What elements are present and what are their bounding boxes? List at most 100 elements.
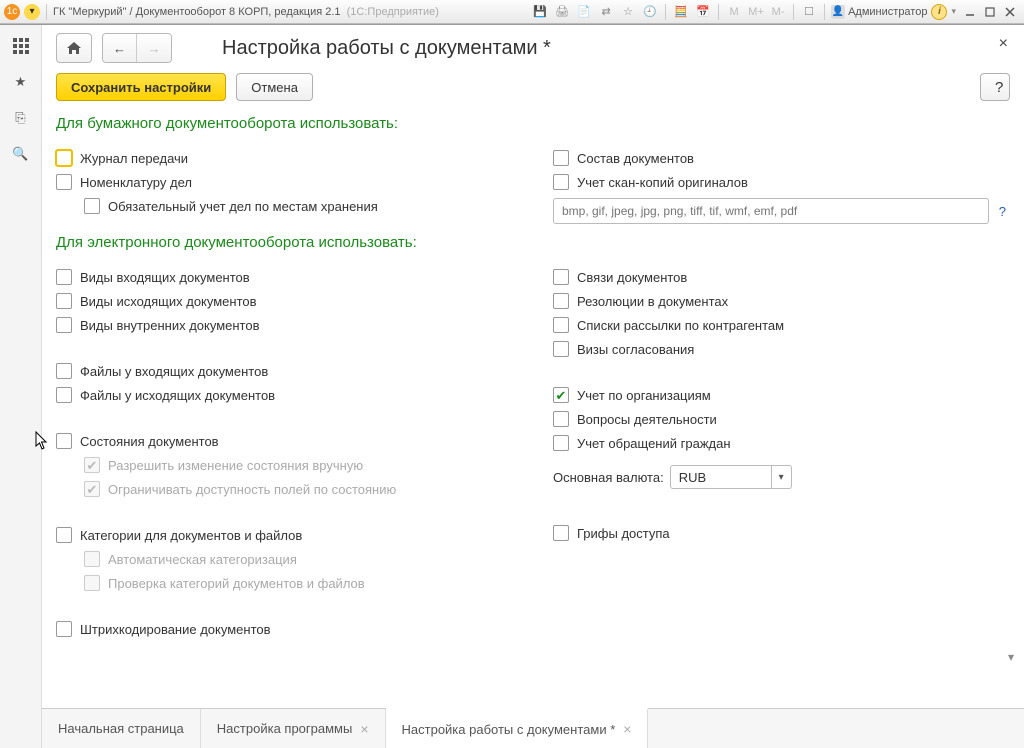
chk-doc-composition[interactable] [553, 150, 569, 166]
chk-label: Номенклатуру дел [80, 175, 192, 190]
tab-close-icon[interactable]: × [360, 721, 368, 737]
function-panel: ★ ⎘ 🔍 [0, 25, 42, 748]
chk-by-org[interactable] [553, 387, 569, 403]
chk-journal[interactable] [56, 150, 72, 166]
scan-formats-input[interactable] [553, 198, 989, 224]
separator [46, 4, 47, 20]
info-icon[interactable]: i [931, 4, 947, 20]
currency-select[interactable]: ▾ [670, 465, 792, 489]
chk-storage-required[interactable] [84, 198, 100, 214]
title-main: ГК "Меркурий" / Документооборот 8 КОРП, … [53, 6, 341, 18]
scroll-down-icon[interactable]: ▾ [1008, 650, 1022, 664]
chk-citizen-appeals[interactable] [553, 435, 569, 451]
tab-program-settings[interactable]: Настройка программы × [201, 709, 386, 748]
chk-label: Состояния документов [80, 434, 219, 449]
chk-outgoing-types[interactable] [56, 293, 72, 309]
chk-mailing-lists[interactable] [553, 317, 569, 333]
chk-approval-visas[interactable] [553, 341, 569, 357]
titlebar-circle-icon[interactable]: ▾ [24, 4, 40, 20]
home-button[interactable] [56, 33, 92, 63]
close-button[interactable] [1000, 4, 1020, 20]
chk-label: Состав документов [577, 151, 694, 166]
chk-limit-fields-by-state [84, 481, 100, 497]
chk-resolutions[interactable] [553, 293, 569, 309]
chk-doc-links[interactable] [553, 269, 569, 285]
chk-label: Категории для документов и файлов [80, 528, 302, 543]
open-windows-tabs: Начальная страница Настройка программы ×… [42, 708, 1024, 748]
windows-icon[interactable]: ☐ [800, 4, 818, 20]
chk-access-stamps[interactable] [553, 525, 569, 541]
chk-label: Виды внутренних документов [80, 318, 260, 333]
chk-label: Штрихкодирование документов [80, 622, 271, 637]
minimize-button[interactable] [960, 4, 980, 20]
chk-categories[interactable] [56, 527, 72, 543]
page-title: Настройка работы с документами * [222, 37, 551, 60]
dropdown-icon[interactable]: ▾ [771, 466, 791, 488]
maximize-button[interactable] [980, 4, 1000, 20]
sections-menu-icon[interactable] [10, 35, 32, 57]
close-page-icon[interactable]: × [999, 35, 1008, 53]
chk-doc-states[interactable] [56, 433, 72, 449]
window-title: ГК "Меркурий" / Документооборот 8 КОРП, … [53, 6, 439, 18]
chk-label: Визы согласования [577, 342, 694, 357]
m-btn[interactable]: M [725, 4, 743, 20]
cancel-button[interactable]: Отмена [236, 73, 313, 101]
chk-allow-manual-state [84, 457, 100, 473]
save-settings-button[interactable]: Сохранить настройки [56, 73, 226, 101]
chk-label: Вопросы деятельности [577, 412, 717, 427]
hint-icon[interactable]: ? [995, 204, 1010, 219]
currency-input[interactable] [671, 470, 771, 485]
chk-label: Учет скан-копий оригиналов [577, 175, 748, 190]
tab-doc-settings[interactable]: Настройка работы с документами * × [386, 708, 649, 748]
print-icon[interactable]: 🖨 [553, 4, 571, 20]
chk-label: Списки рассылки по контрагентам [577, 318, 784, 333]
chk-label: Файлы у исходящих документов [80, 388, 275, 403]
currency-label: Основная валюта: [553, 470, 664, 485]
save-icon[interactable]: 💾 [531, 4, 549, 20]
chk-barcoding[interactable] [56, 621, 72, 637]
separator [793, 4, 794, 20]
history-icon[interactable]: 🕘 [641, 4, 659, 20]
calc-icon[interactable]: 🧮 [672, 4, 690, 20]
chk-files-incoming[interactable] [56, 363, 72, 379]
chk-label: Проверка категорий документов и файлов [108, 576, 365, 591]
back-button[interactable]: ← [103, 34, 137, 62]
compare-icon[interactable]: ⇄ [597, 4, 615, 20]
tab-start-page[interactable]: Начальная страница [42, 709, 201, 748]
doc-icon[interactable]: 📄 [575, 4, 593, 20]
chk-label: Учет обращений граждан [577, 436, 731, 451]
favorite-icon[interactable]: ☆ [619, 4, 637, 20]
m-plus-btn[interactable]: M+ [747, 4, 765, 20]
user-icon: 👤 [831, 5, 845, 19]
nav-back-forward: ← → [102, 33, 172, 63]
user-block[interactable]: 👤 Администратор [831, 5, 927, 19]
m-minus-btn[interactable]: M- [769, 4, 787, 20]
chk-scan-copies[interactable] [553, 174, 569, 190]
forward-button: → [137, 34, 171, 62]
chk-label: Разрешить изменение состояния вручную [108, 458, 363, 473]
section-electronic-header: Для электронного документооборота исполь… [56, 234, 1010, 251]
calendar-icon[interactable]: 📅 [694, 4, 712, 20]
section-paper-header: Для бумажного документооборота использов… [56, 115, 1010, 132]
tab-label: Начальная страница [58, 721, 184, 736]
chk-label: Обязательный учет дел по местам хранения [108, 199, 378, 214]
chk-activity-questions[interactable] [553, 411, 569, 427]
chk-nomenclature[interactable] [56, 174, 72, 190]
help-button[interactable]: ? [980, 73, 1010, 101]
tab-close-icon[interactable]: × [623, 721, 631, 737]
chk-files-outgoing[interactable] [56, 387, 72, 403]
clipboard-icon[interactable]: ⎘ [10, 107, 32, 129]
chk-label: Резолюции в документах [577, 294, 728, 309]
tab-label: Настройка программы [217, 721, 353, 736]
search-icon[interactable]: 🔍 [10, 143, 32, 165]
chk-label: Файлы у входящих документов [80, 364, 268, 379]
chk-internal-types[interactable] [56, 317, 72, 333]
chk-label: Журнал передачи [80, 151, 188, 166]
favorites-icon[interactable]: ★ [10, 71, 32, 93]
info-dropdown-icon[interactable]: ▾ [951, 6, 956, 17]
user-label: Администратор [848, 6, 927, 18]
separator [824, 4, 825, 20]
titlebar: 1c ▾ ГК "Меркурий" / Документооборот 8 К… [0, 0, 1024, 24]
chk-label: Виды исходящих документов [80, 294, 257, 309]
chk-incoming-types[interactable] [56, 269, 72, 285]
